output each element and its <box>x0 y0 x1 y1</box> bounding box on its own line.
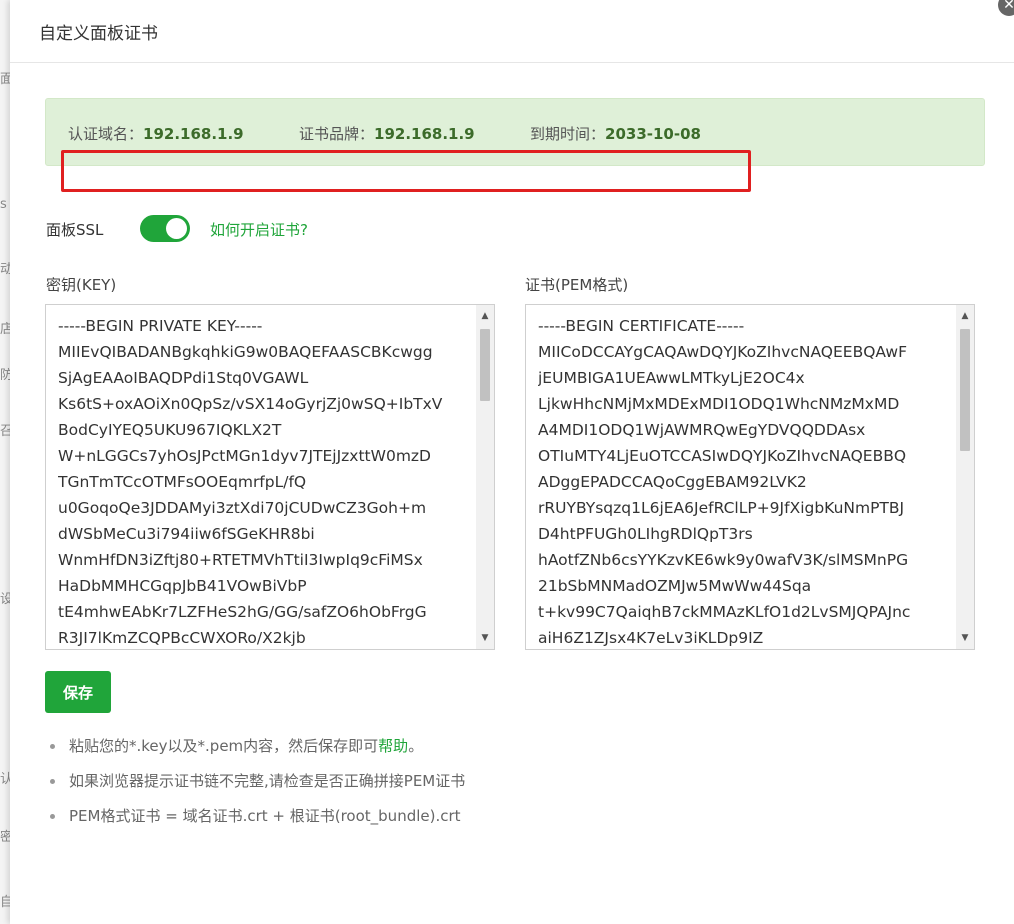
background-glyph: 召 <box>0 424 14 439</box>
dialog-title: 自定义面板证书 <box>39 24 158 44</box>
help-link[interactable]: 帮助 <box>378 737 408 755</box>
background-glyph: 设 <box>0 592 14 607</box>
cert-domain: 认证域名：192.168.1.9 <box>68 123 244 144</box>
cert-textarea[interactable]: -----BEGIN CERTIFICATE----- MIICoDCCAYgC… <box>525 304 975 650</box>
scroll-thumb[interactable] <box>480 329 490 401</box>
background-glyph: 面 <box>0 72 14 87</box>
scroll-down-arrow-icon[interactable]: ▼ <box>956 629 974 647</box>
background-glyph: s <box>0 197 7 212</box>
dialog-header: 自定义面板证书 ✕ <box>10 0 1014 63</box>
key-textarea-content[interactable]: -----BEGIN PRIVATE KEY----- MIIEvQIBADAN… <box>58 313 472 649</box>
key-scrollbar[interactable]: ▲ ▼ <box>476 305 494 649</box>
cert-expire-value: 2033-10-08 <box>605 125 701 143</box>
panel-ssl-toggle[interactable] <box>140 215 190 242</box>
cert-brand: 证书品牌：192.168.1.9 <box>299 123 475 144</box>
background-glyph: 认 <box>0 772 14 787</box>
tip-item: 如果浏览器提示证书链不完整,请检查是否正确拼接PEM证书 <box>45 768 745 803</box>
tip-text-end: 。 <box>408 737 424 755</box>
tip-item: 粘贴您的*.key以及*.pem内容，然后保存即可帮助。 <box>45 733 745 768</box>
toggle-knob <box>166 218 187 239</box>
background-glyph: 防 <box>0 368 14 383</box>
scroll-up-arrow-icon[interactable]: ▲ <box>476 307 494 325</box>
tip-item: PEM格式证书 = 域名证书.crt + 根证书(root_bundle).cr… <box>45 803 745 838</box>
ssl-help-link[interactable]: 如何开启证书? <box>210 219 308 240</box>
tip-text: 粘贴您的*.key以及*.pem内容，然后保存即可 <box>69 737 379 755</box>
cert-brand-value: 192.168.1.9 <box>374 125 475 143</box>
custom-cert-dialog: 自定义面板证书 ✕ 认证域名：192.168.1.9 证书品牌：192.168.… <box>10 0 1014 924</box>
cert-expire: 到期时间：2033-10-08 <box>530 123 701 144</box>
cert-domain-value: 192.168.1.9 <box>143 125 244 143</box>
annotation-highlight-box <box>61 150 751 192</box>
panel-ssl-row: 面板SSL 如何开启证书? <box>46 212 446 244</box>
scroll-up-arrow-icon[interactable]: ▲ <box>956 307 974 325</box>
background-glyph: 动 <box>0 262 14 277</box>
key-textarea[interactable]: -----BEGIN PRIVATE KEY----- MIIEvQIBADAN… <box>45 304 495 650</box>
background-glyph: 自 <box>0 895 14 910</box>
cert-field-label: 证书(PEM格式) <box>525 276 629 294</box>
close-icon[interactable]: ✕ <box>998 0 1014 16</box>
panel-ssl-label: 面板SSL <box>46 221 104 239</box>
background-glyph: 密 <box>0 830 14 845</box>
background-glyph: 店 <box>0 322 14 337</box>
cert-domain-label: 认证域名： <box>68 125 144 143</box>
cert-textarea-content[interactable]: -----BEGIN CERTIFICATE----- MIICoDCCAYgC… <box>538 313 952 649</box>
tips-list: 粘贴您的*.key以及*.pem内容，然后保存即可帮助。 如果浏览器提示证书链不… <box>45 733 745 838</box>
cert-expire-label: 到期时间： <box>530 125 606 143</box>
cert-brand-label: 证书品牌： <box>299 125 375 143</box>
scroll-thumb[interactable] <box>960 329 970 451</box>
cert-scrollbar[interactable]: ▲ ▼ <box>956 305 974 649</box>
scroll-down-arrow-icon[interactable]: ▼ <box>476 629 494 647</box>
key-field-label: 密钥(KEY) <box>46 276 117 294</box>
save-button[interactable]: 保存 <box>45 671 111 713</box>
